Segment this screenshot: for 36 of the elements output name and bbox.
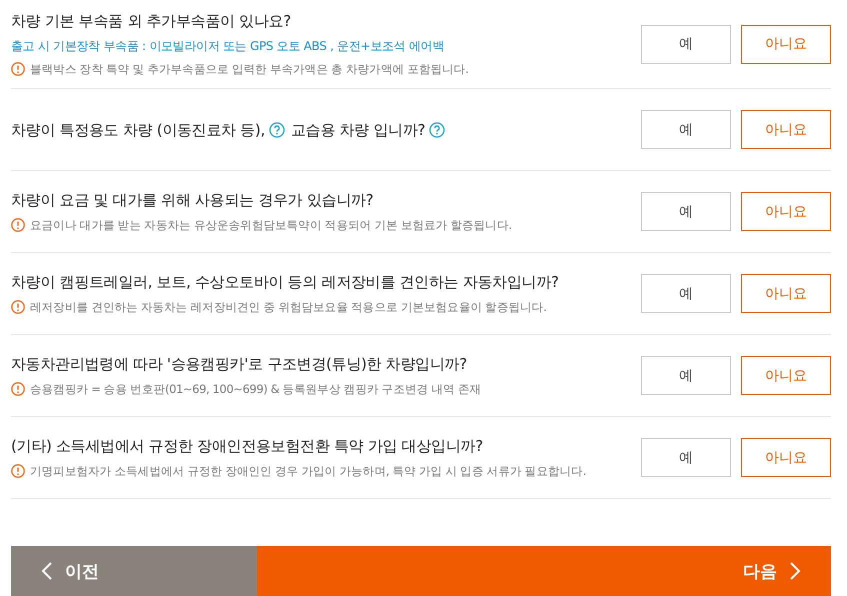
- answer-button[interactable]: 예: [641, 274, 731, 313]
- answer-button[interactable]: 예: [641, 110, 731, 149]
- question-text: 자동차관리법령에 따라 '승용캠핑카'로 구조변경(튜닝)한 차량입니까?: [11, 354, 467, 375]
- answer-button[interactable]: 아니요: [741, 438, 831, 477]
- question-text: 차량이 특정용도 차량 (이동진료차 등),: [11, 120, 265, 140]
- question-text: 차량 기본 부속품 외 추가부속품이 있나요?: [11, 11, 291, 32]
- answer-button[interactable]: 예: [641, 192, 731, 231]
- warning-icon: [11, 464, 25, 478]
- help-icon[interactable]: [268, 122, 285, 138]
- chevron-left-icon: [41, 561, 53, 581]
- chevron-right-icon: [789, 561, 801, 581]
- answer-button[interactable]: 예: [641, 438, 731, 477]
- answer-button[interactable]: 예: [641, 356, 731, 395]
- question-text: (기타) 소득세법에서 규정한 장애인전용보험전환 특약 가입 대상입니까?: [11, 436, 483, 457]
- question-text: 교습용 차량 입니까?: [290, 120, 426, 140]
- answer-button[interactable]: 아니요: [741, 356, 831, 395]
- answer-button[interactable]: 아니요: [741, 24, 831, 64]
- info-text: 출고 시 기본장착 부속품 : 이모빌라이저 또는 GPS 오토 ABS , 운전+보조석 에어백: [11, 38, 445, 55]
- note-text: 블랙박스 장착 특약 및 추가부속품으로 입력한 부속가액은 총 차량가액에 포함됩니다.: [30, 61, 469, 78]
- question-text: 차량이 캠핑트레일러, 보트, 수상오토바이 등의 레저장비를 견인하는 자동차입니까?: [11, 272, 559, 293]
- help-icon[interactable]: [429, 122, 446, 138]
- warning-icon: [11, 382, 25, 396]
- answer-button[interactable]: 아니요: [741, 192, 831, 231]
- question-text: 차량이 요금 및 대가를 위해 사용되는 경우가 있습니까?: [11, 190, 374, 211]
- warning-icon: [11, 218, 25, 232]
- note-text: 승용캠핑카 = 승용 번호판(01~69, 100~699) & 등록원부상 캠핑카 구조변경 내역 존재: [30, 381, 482, 398]
- answer-button[interactable]: 아니요: [741, 110, 831, 149]
- answer-button[interactable]: 예: [641, 24, 731, 64]
- next-button[interactable]: 다음: [257, 546, 831, 596]
- warning-icon: [11, 300, 25, 314]
- answer-button[interactable]: 아니요: [741, 274, 831, 313]
- note-text: 기명피보험자가 소득세법에서 규정한 장애인인 경우 가입이 가능하며, 특약 가입 시 입증 서류가 필요합니다.: [30, 463, 586, 480]
- note-text: 레저장비를 견인하는 자동차는 레저장비견인 중 위험담보요율 적용으로 기본보험요율이 할증됩니다.: [30, 299, 546, 316]
- note-text: 요금이나 대가를 받는 자동차는 유상운송위험담보특약이 적용되어 기본 보험료가 할증됩니다.: [30, 217, 512, 234]
- warning-icon: [11, 62, 25, 76]
- previous-button[interactable]: 이전: [11, 546, 257, 596]
